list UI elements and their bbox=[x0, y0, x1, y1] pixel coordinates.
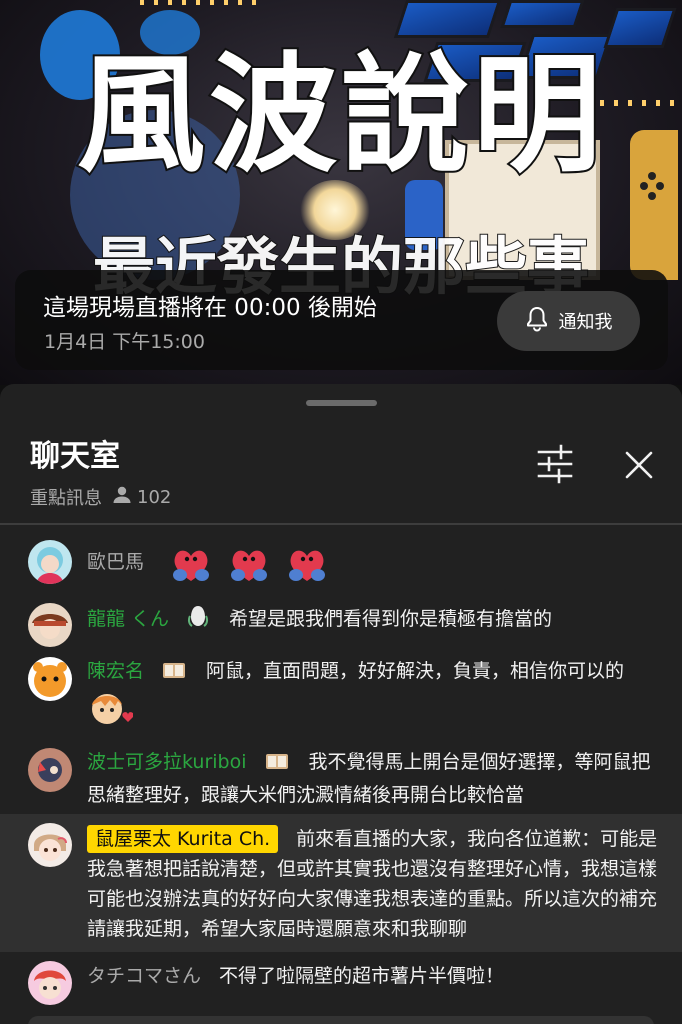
drag-handle[interactable] bbox=[306, 400, 377, 406]
banner-scheduled-time: 1月4日 下午15:00 bbox=[44, 331, 205, 353]
author-name[interactable]: タチコマさん bbox=[87, 965, 201, 987]
message-body: 龍龍 くん 希望是跟我們看得到你是積極有擔當的 bbox=[87, 604, 667, 637]
owner-author-chip[interactable]: 鼠屋栗太 Kurita Ch. bbox=[87, 825, 279, 853]
message-body: 波士可多拉kuriboi 我不覺得馬上開台是個好選擇，等阿鼠把思緒整理好，跟讓大… bbox=[87, 747, 667, 810]
avatar[interactable] bbox=[28, 961, 72, 1005]
avatar[interactable] bbox=[28, 540, 72, 584]
viewer-count: 102 bbox=[112, 486, 171, 509]
notify-me-button[interactable]: 通知我 bbox=[497, 291, 640, 351]
chat-message: 歐巴馬 bbox=[0, 532, 682, 592]
thumbnail-title: 風波說明 bbox=[75, 41, 605, 190]
chat-filter-button[interactable] bbox=[530, 442, 580, 486]
avatar[interactable] bbox=[28, 603, 72, 647]
message-text: 阿鼠，直面問題，好好解決，負責，相信你可以的 bbox=[206, 660, 625, 682]
author-name[interactable]: 歐巴馬 bbox=[87, 551, 144, 573]
chat-message: 陳宏名 阿鼠，直面問題，好好解決，負責，相信你可以的 bbox=[0, 652, 682, 740]
person-icon bbox=[112, 486, 132, 509]
avatar[interactable] bbox=[28, 823, 72, 867]
notify-label: 通知我 bbox=[558, 312, 613, 333]
chat-message-owner: 鼠屋栗太 Kurita Ch. 前來看直播的大家，我向各位道歉：可能是我急著想把話… bbox=[0, 814, 682, 952]
banner-title: 這場現場直播將在 00:00 後開始 bbox=[43, 295, 377, 321]
author-name[interactable]: 波士可多拉kuriboi bbox=[87, 751, 247, 773]
chat-input-bar[interactable] bbox=[28, 1016, 654, 1024]
chat-message: タチコマさん 不得了啦隔壁的超市薯片半價啦！ bbox=[0, 956, 682, 1012]
close-chat-button[interactable] bbox=[616, 444, 662, 488]
bell-icon bbox=[525, 306, 549, 337]
avatar[interactable] bbox=[28, 657, 72, 701]
author-name[interactable]: 陳宏名 bbox=[87, 660, 144, 682]
chat-message: 龍龍 くん 希望是跟我們看得到你是積極有擔當的 bbox=[0, 600, 682, 650]
member-badge-icon bbox=[162, 659, 186, 689]
thumbnail-skylight bbox=[603, 8, 677, 48]
member-badge-icon bbox=[187, 604, 209, 637]
video-player[interactable]: 風波說明 最近發生的那些事 這場現場直播將在 00:00 後開始 1月4日 下午… bbox=[0, 0, 682, 385]
message-body: 陳宏名 阿鼠，直面問題，好好解決，負責，相信你可以的 bbox=[87, 656, 667, 729]
message-body: 鼠屋栗太 Kurita Ch. 前來看直播的大家，我向各位道歉：可能是我急著想把話… bbox=[87, 824, 667, 944]
header-divider bbox=[0, 523, 682, 525]
chat-subtitle: 重點訊息 102 bbox=[30, 484, 171, 510]
thumbnail-skylight bbox=[500, 0, 585, 28]
close-icon bbox=[616, 451, 662, 492]
message-text: 不得了啦隔壁的超市薯片半價啦！ bbox=[219, 965, 505, 987]
sticker-emoji bbox=[87, 689, 667, 729]
sliders-icon bbox=[530, 444, 580, 490]
chat-title: 聊天室 bbox=[30, 439, 120, 474]
thumbnail-string-lights bbox=[140, 0, 260, 5]
message-body: 歐巴馬 bbox=[87, 538, 667, 586]
author-name[interactable]: 龍龍 くん bbox=[87, 608, 169, 630]
heart-hands-emoji bbox=[168, 550, 336, 581]
thumbnail-skylight bbox=[393, 0, 502, 38]
member-badge-icon bbox=[265, 750, 289, 780]
avatar[interactable] bbox=[28, 748, 72, 792]
message-body: タチコマさん 不得了啦隔壁的超市薯片半價啦！ bbox=[87, 961, 667, 991]
live-chat-panel: 聊天室 重點訊息 102 歐巴馬 龍龍 くん 希望是跟我們看得到你是積極有擔當的… bbox=[0, 384, 682, 1024]
message-text: 希望是跟我們看得到你是積極有擔當的 bbox=[229, 608, 553, 630]
chat-message: 波士可多拉kuriboi 我不覺得馬上開台是個好選擇，等阿鼠把思緒整理好，跟讓大… bbox=[0, 745, 682, 811]
viewer-count-value: 102 bbox=[137, 486, 172, 508]
upcoming-live-banner: 這場現場直播將在 00:00 後開始 1月4日 下午15:00 通知我 bbox=[15, 270, 668, 370]
chat-mode-selector[interactable]: 重點訊息 bbox=[30, 484, 102, 510]
